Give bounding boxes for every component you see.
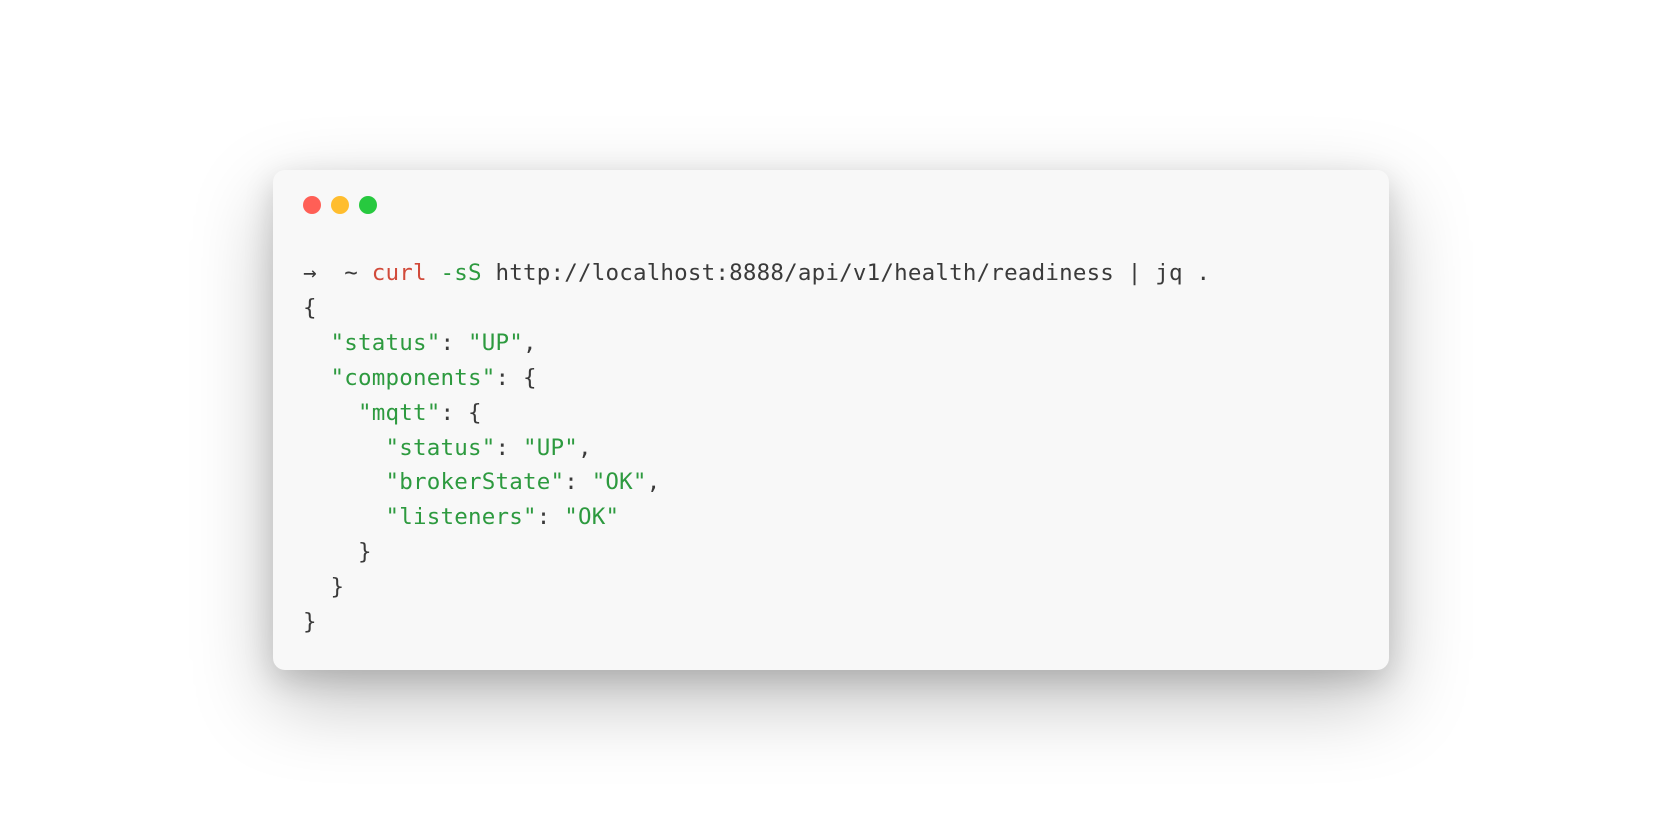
terminal-token [303,504,385,530]
terminal-content[interactable]: → ~ curl -sS http://localhost:8888/api/v… [303,256,1359,640]
terminal-token: , [647,469,661,495]
terminal-token: "status" [331,330,441,356]
zoom-icon[interactable] [359,196,377,214]
terminal-token [303,400,358,426]
terminal-token: : [537,504,565,530]
terminal-token: : [495,435,523,461]
terminal-token: , [578,435,592,461]
terminal-token: "OK" [564,504,619,530]
terminal-token: "brokerState" [385,469,564,495]
terminal-token: { [303,295,317,321]
terminal-token: } [303,574,344,600]
terminal-token: } [303,609,317,635]
terminal-token: curl [372,260,427,286]
terminal-token: : [440,330,468,356]
terminal-token: -sS [440,260,481,286]
terminal-token: http://localhost:8888/api/v1/health/read… [482,260,1211,286]
terminal-token: "mqtt" [358,400,440,426]
terminal-token: : { [495,365,536,391]
terminal-token: "status" [385,435,495,461]
terminal-token: "listeners" [385,504,536,530]
terminal-token: } [303,539,372,565]
terminal-token: : { [440,400,481,426]
terminal-token: , [523,330,537,356]
terminal-token: : [564,469,592,495]
minimize-icon[interactable] [331,196,349,214]
terminal-token [303,330,331,356]
terminal-token: "components" [331,365,496,391]
terminal-window: → ~ curl -sS http://localhost:8888/api/v… [273,170,1389,670]
close-icon[interactable] [303,196,321,214]
terminal-token [427,260,441,286]
terminal-token: "UP" [468,330,523,356]
terminal-token [303,435,385,461]
terminal-token [303,365,331,391]
terminal-token: → ~ [303,260,372,286]
terminal-token: "OK" [592,469,647,495]
terminal-token [303,469,385,495]
terminal-token: "UP" [523,435,578,461]
window-titlebar [303,196,1359,214]
